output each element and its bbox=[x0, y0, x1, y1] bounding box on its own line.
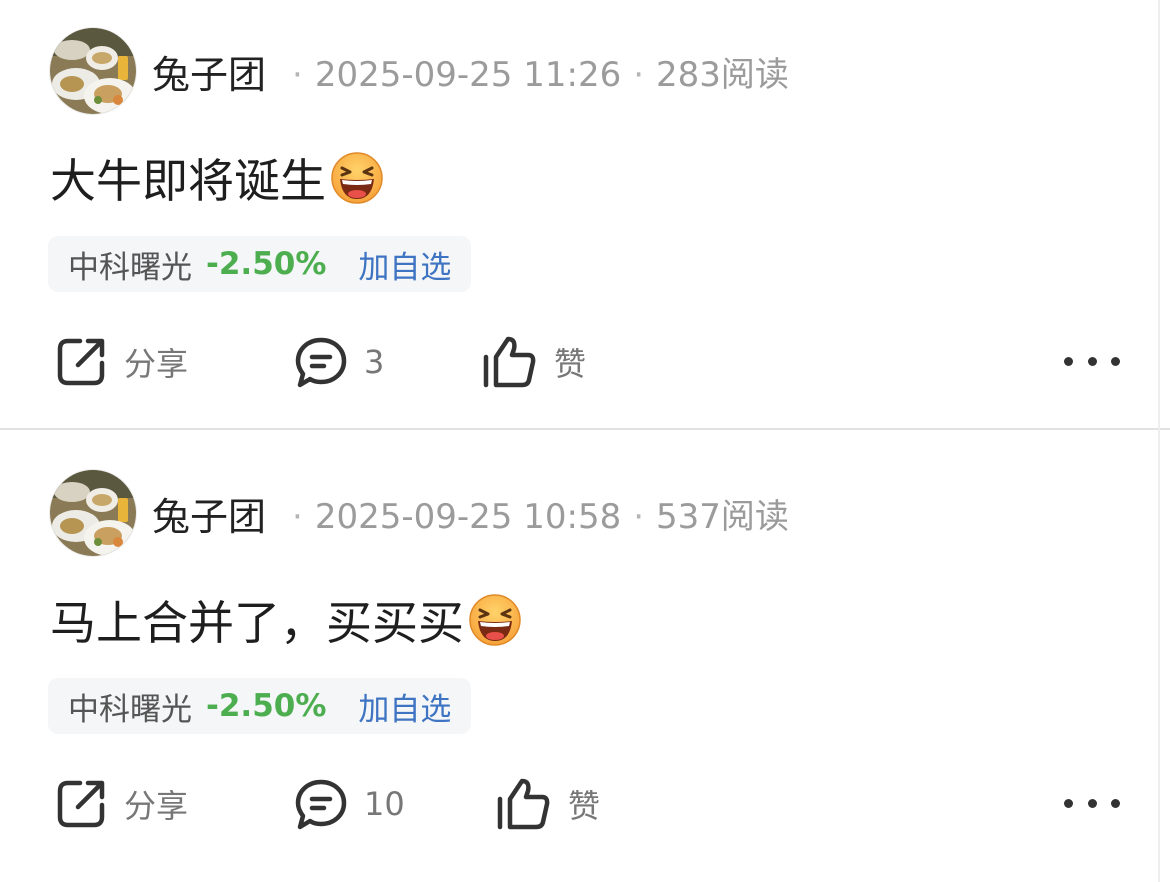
post-content[interactable]: 大牛即将诞生 bbox=[50, 146, 384, 210]
post-datetime: 2025-09-25 11:26 bbox=[314, 54, 622, 95]
meta-separator: · bbox=[633, 54, 645, 95]
stock-name[interactable]: 中科曙光 bbox=[68, 684, 192, 729]
thumbs-up-icon bbox=[483, 336, 536, 388]
meta-separator: · bbox=[292, 54, 303, 95]
author-name[interactable]: 兔子团 bbox=[152, 486, 266, 541]
more-dot bbox=[1111, 798, 1120, 808]
post-divider bbox=[0, 428, 1170, 430]
more-options-button[interactable] bbox=[1064, 346, 1120, 376]
post-content[interactable]: 马上合并了，买买买 bbox=[50, 588, 522, 652]
comment-button[interactable]: 3 bbox=[294, 330, 384, 394]
like-button[interactable]: 赞 bbox=[496, 772, 600, 836]
more-dot bbox=[1087, 798, 1097, 808]
more-dot bbox=[1087, 356, 1097, 366]
read-count: 283阅读 bbox=[656, 54, 789, 95]
post-text: 马上合并了，买买买 bbox=[50, 596, 464, 650]
like-label: 赞 bbox=[568, 787, 601, 825]
more-dot bbox=[1064, 356, 1073, 366]
comment-count: 3 bbox=[364, 343, 385, 381]
comment-button[interactable]: 10 bbox=[294, 772, 405, 836]
more-dot bbox=[1111, 356, 1120, 366]
post-text: 大牛即将诞生 bbox=[50, 154, 326, 208]
stock-tag[interactable]: 中科曙光 -2.50% 加自选 bbox=[48, 678, 472, 734]
share-icon bbox=[57, 338, 105, 386]
meta-separator: · bbox=[633, 496, 645, 537]
stock-tag[interactable]: 中科曙光 -2.50% 加自选 bbox=[48, 236, 472, 292]
add-to-watchlist-button[interactable]: 加自选 bbox=[358, 242, 451, 287]
share-label: 分享 bbox=[124, 787, 189, 825]
share-icon bbox=[57, 780, 105, 828]
comment-icon bbox=[295, 779, 347, 830]
post-header: 兔子团 · 2025-09-25 10:58 · 537阅读 bbox=[50, 470, 789, 556]
laughing-emoji-icon bbox=[469, 594, 521, 646]
post-meta: · 2025-09-25 10:58 · 537阅读 bbox=[280, 489, 789, 538]
thumbs-up-icon bbox=[497, 778, 550, 830]
avatar[interactable] bbox=[50, 28, 136, 114]
meta-separator: · bbox=[292, 496, 303, 537]
like-label: 赞 bbox=[554, 345, 587, 383]
more-options-button[interactable] bbox=[1064, 788, 1120, 818]
scrollbar-track bbox=[1158, 0, 1160, 882]
share-label: 分享 bbox=[124, 345, 189, 383]
share-button[interactable]: 分享 bbox=[54, 772, 188, 836]
avatar[interactable] bbox=[50, 470, 136, 556]
more-dot bbox=[1064, 798, 1073, 808]
read-count: 537阅读 bbox=[656, 496, 789, 537]
like-button[interactable]: 赞 bbox=[482, 330, 586, 394]
share-button[interactable]: 分享 bbox=[54, 330, 188, 394]
post-actions: 分享 3 赞 bbox=[0, 330, 1150, 394]
laughing-emoji-icon bbox=[331, 152, 383, 204]
stock-change: -2.50% bbox=[206, 688, 327, 724]
add-to-watchlist-button[interactable]: 加自选 bbox=[358, 684, 451, 729]
post-card[interactable]: 兔子团 · 2025-09-25 10:58 · 537阅读 马上合并了，买买买 bbox=[0, 442, 1150, 882]
stock-change: -2.50% bbox=[206, 246, 327, 282]
post-datetime: 2025-09-25 10:58 bbox=[314, 496, 622, 537]
comment-icon bbox=[295, 337, 347, 388]
post-header: 兔子团 · 2025-09-25 11:26 · 283阅读 bbox=[50, 28, 789, 114]
author-name[interactable]: 兔子团 bbox=[152, 44, 266, 99]
post-card[interactable]: 兔子团 · 2025-09-25 11:26 · 283阅读 大牛即将诞生 中科… bbox=[0, 0, 1150, 428]
feed-page: 兔子团 · 2025-09-25 11:26 · 283阅读 大牛即将诞生 中科… bbox=[0, 0, 1170, 882]
stock-name[interactable]: 中科曙光 bbox=[68, 242, 192, 287]
post-actions: 分享 10 赞 bbox=[0, 772, 1150, 836]
comment-count: 10 bbox=[364, 785, 405, 823]
post-meta: · 2025-09-25 11:26 · 283阅读 bbox=[280, 47, 789, 96]
